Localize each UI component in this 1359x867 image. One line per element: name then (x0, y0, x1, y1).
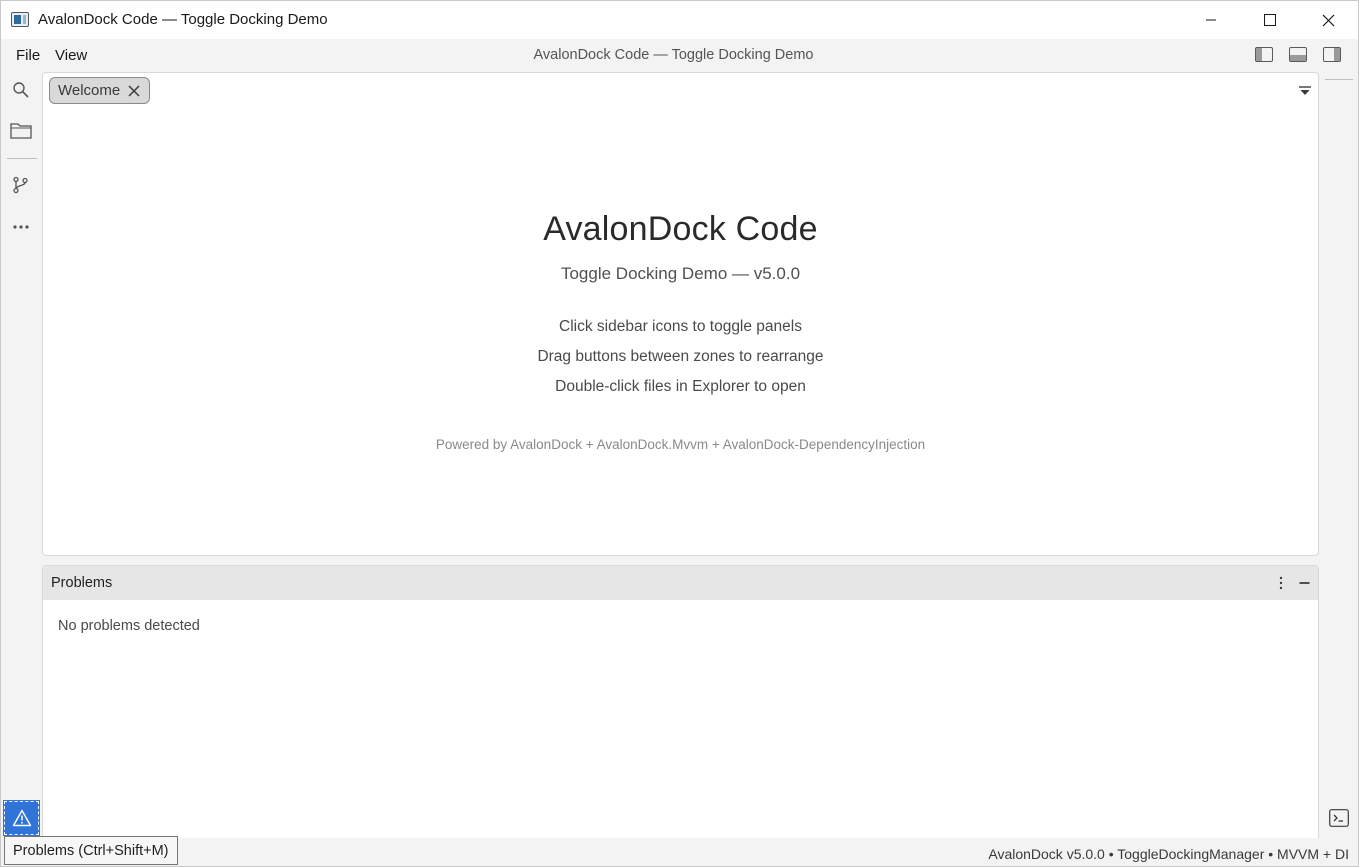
tab-label: Welcome (58, 82, 121, 99)
status-info: AvalonDock v5.0.0 • ToggleDockingManager… (988, 846, 1349, 862)
problems-options-button[interactable] (1275, 575, 1287, 591)
welcome-hint-2: Drag buttons between zones to rearrange (537, 348, 824, 365)
problems-header: Problems (43, 566, 1318, 600)
problems-title: Problems (51, 575, 113, 591)
welcome-hint-3: Double-click files in Explorer to open (555, 378, 806, 395)
terminal-toggle-button[interactable] (1329, 809, 1349, 827)
maximize-button[interactable] (1241, 1, 1299, 39)
search-icon (13, 82, 29, 98)
powered-by-text: Powered by AvalonDock + AvalonDock.Mvvm … (435, 437, 926, 452)
source-control-icon (13, 176, 28, 194)
menubar-title: AvalonDock Code — Toggle Docking Demo (533, 47, 814, 63)
problems-panel: Problems No problems detected (42, 565, 1319, 845)
window-title: AvalonDock Code — Toggle Docking Demo (38, 11, 328, 28)
maximize-icon (1264, 14, 1276, 26)
activity-more-button[interactable] (9, 215, 33, 239)
menu-bar: File View AvalonDock Code — Toggle Docki… (1, 39, 1358, 71)
minimize-icon (1206, 19, 1216, 21)
more-icon (13, 225, 29, 229)
activity-source-control-button[interactable] (9, 173, 33, 197)
tab-list-dropdown-button[interactable] (1298, 84, 1312, 98)
activity-separator (7, 158, 37, 159)
welcome-title: AvalonDock Code (543, 210, 818, 248)
tab-welcome[interactable]: Welcome (49, 77, 151, 104)
toggle-left-panel-button[interactable] (1255, 47, 1273, 62)
toggle-right-panel-icon (1323, 47, 1341, 62)
terminal-icon (1329, 809, 1349, 827)
toggle-left-panel-icon (1255, 47, 1273, 62)
toggle-right-panel-button[interactable] (1323, 47, 1341, 62)
activity-explorer-button[interactable] (9, 118, 33, 142)
toggle-bottom-panel-icon (1289, 47, 1307, 62)
close-button[interactable] (1299, 1, 1357, 39)
app-window: AvalonDock Code — Toggle Docking Demo Fi… (0, 0, 1359, 867)
vertical-more-icon (1279, 576, 1283, 590)
problems-tooltip: Problems (Ctrl+Shift+M) (4, 836, 178, 865)
activity-search-button[interactable] (9, 78, 33, 102)
app-icon (11, 12, 29, 27)
close-icon (128, 84, 140, 97)
minimize-icon (1299, 582, 1309, 584)
folder-icon (10, 123, 32, 139)
problems-empty-message: No problems detected (58, 618, 200, 634)
welcome-subtitle: Toggle Docking Demo — v5.0.0 (560, 264, 801, 283)
activity-bar (1, 71, 41, 837)
minimize-button[interactable] (1182, 1, 1240, 39)
document-panel: Welcome AvalonDock Code Toggle Docking D… (42, 72, 1319, 556)
status-bar: AvalonDock v5.0.0 • ToggleDockingManager… (1, 838, 1358, 866)
title-bar: AvalonDock Code — Toggle Docking Demo (1, 1, 1358, 39)
warning-icon (12, 809, 31, 827)
dropdown-list-icon (1299, 86, 1311, 95)
close-icon (1322, 14, 1334, 26)
problems-toggle-button[interactable] (3, 800, 40, 836)
toggle-bottom-panel-button[interactable] (1289, 47, 1307, 62)
tab-close-button[interactable] (127, 84, 140, 97)
welcome-hint-1: Click sidebar icons to toggle panels (559, 318, 802, 335)
right-bar-separator (1325, 79, 1353, 80)
problems-minimize-button[interactable] (1297, 575, 1311, 591)
